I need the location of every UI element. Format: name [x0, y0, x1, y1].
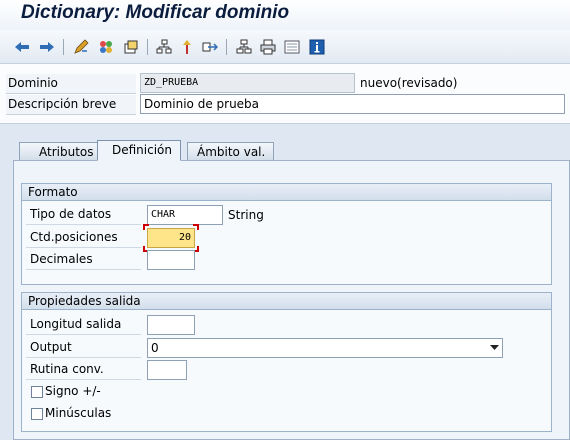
formato-group-title: Formato	[22, 184, 551, 201]
minusculas-label: Minúsculas	[45, 406, 112, 420]
propiedades-group-title: Propiedades salida	[22, 293, 551, 310]
info-icon[interactable]	[307, 37, 327, 57]
toolbar-separator	[147, 39, 148, 55]
status-text: nuevo(revisado)	[360, 76, 458, 90]
change-icon[interactable]	[177, 37, 197, 57]
output-select[interactable]: 0	[147, 338, 503, 358]
display-object-list-icon[interactable]	[282, 37, 302, 57]
minusculas-checkbox[interactable]	[31, 408, 43, 420]
longitud-salida-label: Longitud salida	[26, 315, 141, 335]
tab-definicion[interactable]: Definición	[97, 140, 181, 161]
back-arrow-icon[interactable]	[12, 37, 32, 57]
toolbar-separator	[63, 39, 64, 55]
dominio-label: Dominio	[6, 74, 136, 94]
decimales-label: Decimales	[26, 250, 141, 270]
descripcion-field[interactable]: Dominio de prueba	[140, 94, 565, 114]
tab-atributos[interactable]: Atributos	[19, 142, 103, 161]
other-object-icon[interactable]	[121, 37, 141, 57]
longitud-salida-field[interactable]	[147, 315, 195, 335]
chevron-down-icon[interactable]	[490, 344, 499, 352]
navigation-icon[interactable]	[200, 37, 220, 57]
where-used-icon[interactable]	[154, 37, 174, 57]
tipo-datos-label: Tipo de datos	[26, 205, 141, 225]
print-icon[interactable]	[258, 37, 278, 57]
signo-label: Signo +/-	[45, 384, 101, 398]
tipo-datos-desc: String	[228, 208, 264, 222]
toolbar-separator	[226, 39, 227, 55]
output-label: Output	[26, 338, 141, 358]
title-bar: Dictionary: Modificar dominio	[0, 0, 570, 30]
toolbar	[0, 30, 570, 64]
dominio-field: ZD_PRUEBA	[140, 73, 355, 93]
forward-arrow-icon[interactable]	[37, 37, 57, 57]
edit-pencil-icon[interactable]	[71, 37, 91, 57]
rutina-conv-label: Rutina conv.	[26, 360, 141, 380]
tab-ambito-val[interactable]: Ámbito val.	[187, 142, 275, 161]
descripcion-label: Descripción breve	[6, 95, 136, 115]
output-select-value: 0	[151, 341, 159, 355]
tipo-datos-field[interactable]: CHAR	[147, 205, 223, 225]
rutina-conv-field[interactable]	[147, 360, 187, 380]
hierarchy-icon[interactable]	[234, 37, 254, 57]
focus-marker	[143, 224, 199, 252]
page-title: Dictionary: Modificar dominio	[21, 2, 290, 23]
signo-checkbox[interactable]	[31, 386, 43, 398]
activate-icon[interactable]	[96, 37, 116, 57]
decimales-field[interactable]	[147, 250, 195, 270]
ctd-posiciones-label: Ctd.posiciones	[26, 228, 141, 248]
